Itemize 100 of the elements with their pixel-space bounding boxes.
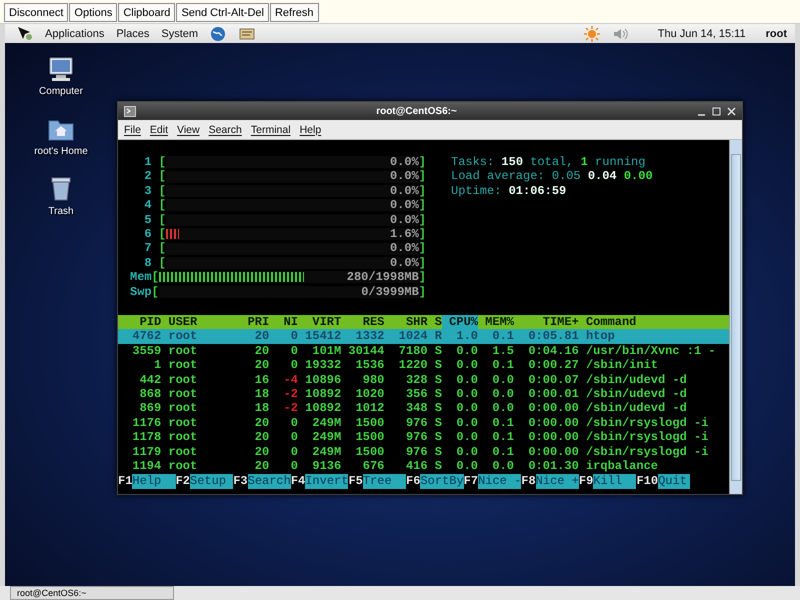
user-name[interactable]: root: [766, 28, 787, 40]
table-cell-text: 0:00.00: [527, 444, 579, 459]
toolbar-button[interactable]: Refresh: [270, 3, 318, 22]
table-cell-text: 868: [138, 386, 162, 402]
speaker-icon[interactable]: [612, 26, 628, 42]
process-row[interactable]: 1194 root 20 0 9136 676 416 S 0.0 0.0 0:01.30 irqbalance: [118, 458, 729, 474]
table-cell-text: S: [434, 444, 442, 459]
menu-item[interactable]: Terminal: [250, 124, 291, 136]
meter-reading: 0.0%: [390, 241, 419, 256]
table-cell-text: -2: [282, 386, 298, 402]
function-label[interactable]: Help: [132, 474, 176, 489]
column-header[interactable]: NI: [269, 315, 298, 330]
table-cell-text: 0.0: [455, 416, 478, 430]
meter-label: 8: [143, 256, 153, 270]
column-header[interactable]: SHR: [384, 315, 428, 330]
meter-reading: 0.0%: [390, 212, 419, 227]
table-cell-text: root: [167, 444, 198, 459]
table-cell-text: 0.0: [455, 386, 478, 402]
bracket: [: [152, 270, 159, 285]
table-cell-text: 0.0: [455, 430, 478, 445]
column-header[interactable]: S: [428, 315, 442, 330]
toolbar-button[interactable]: Options: [69, 3, 118, 22]
process-row[interactable]: 1176 root 20 0 249M 1500 976 S 0.0 0.1 0:00.00 /sbin/rsyslogd -i: [118, 416, 729, 430]
table-cell-text: 1500: [354, 416, 384, 430]
panel-menu[interactable]: Applications: [45, 28, 104, 40]
monitor-icon: [47, 55, 75, 83]
table-cell-text: 16: [254, 372, 270, 387]
window-title: root@CentOS6:~: [375, 106, 458, 116]
column-header[interactable]: PRI: [233, 315, 270, 330]
column-header[interactable]: RES: [341, 315, 384, 330]
table-cell-text: 0: [290, 430, 298, 445]
function-label[interactable]: Search: [248, 474, 291, 489]
table-cell-text: 0.0: [491, 458, 514, 474]
close-icon[interactable]: [727, 106, 736, 116]
process-row[interactable]: 442 root 16 -4 10896 980 328 S 0.0 0.0 0:00.07 /sbin/udevd -d: [118, 372, 729, 387]
meter-label: 2: [143, 169, 153, 184]
function-label[interactable]: Tree: [362, 474, 406, 489]
desktop-icon-label[interactable]: Trash: [48, 206, 74, 217]
menu-item[interactable]: Help: [300, 124, 322, 136]
process-row[interactable]: 1178 root 20 0 249M 1500 976 S 0.0 0.1 0:00.00 /sbin/rsyslogd -i: [118, 430, 729, 445]
table-cell-text: 416: [404, 458, 428, 474]
function-label[interactable]: Nice +: [536, 474, 579, 489]
table-cell-text: S: [434, 386, 442, 402]
meter-label: Swp: [130, 284, 152, 299]
function-label[interactable]: Setup: [190, 474, 234, 489]
table-cell-text: /sbin/udevd -d: [584, 386, 688, 402]
column-header[interactable]: CPU%: [442, 315, 478, 330]
desktop-icon-label[interactable]: Computer: [39, 86, 83, 97]
function-label[interactable]: Nice -: [478, 474, 522, 489]
table-cell-text: root: [167, 416, 198, 430]
process-row[interactable]: 1179 root 20 0 249M 1500 976 S 0.0 0.1 0:00.00 /sbin/rsyslogd -i: [118, 444, 729, 459]
bracket: ]: [418, 184, 426, 198]
table-cell-text: 869: [138, 401, 162, 416]
process-row[interactable]: 3559 root 20 0 101M 30144 7180 S 0.0 1.5 0:04.16 /usr/bin/Xvnc :1 -: [118, 344, 729, 358]
bracket: [: [158, 256, 166, 270]
menu-item[interactable]: View: [177, 124, 200, 136]
function-label[interactable]: Kill: [593, 474, 636, 489]
column-header[interactable]: Command: [578, 315, 729, 330]
process-row[interactable]: 868 root 18 -2 10892 1020 356 S 0.0 0.0 0:00.01 /sbin/udevd -d: [118, 386, 729, 402]
table-cell-text: 20: [254, 458, 270, 474]
toolbar-button[interactable]: Clipboard: [118, 3, 176, 22]
bracket: ]: [418, 155, 426, 170]
table-cell-text: 18: [254, 386, 270, 402]
bracket: ]: [418, 284, 426, 299]
taskbar-button[interactable]: root@CentOS6:~: [10, 586, 174, 600]
function-label[interactable]: Quit: [658, 474, 690, 489]
toolbar-button[interactable]: Disconnect: [4, 3, 68, 22]
table-cell-text: /sbin/rsyslogd -i: [584, 430, 710, 445]
menu-item[interactable]: File: [124, 124, 141, 136]
desktop-icon-label[interactable]: root's Home: [34, 146, 88, 157]
process-row[interactable]: 1 root 20 0 19332 1536 1220 S 0.0 0.1 0:00.27 /sbin/init: [118, 358, 729, 373]
globe-icon[interactable]: [210, 26, 226, 42]
table-cell-text: /sbin/init: [584, 358, 659, 373]
table-cell-text: htop: [584, 329, 616, 344]
meter-reading: 1.6%: [390, 226, 419, 242]
function-label[interactable]: Invert: [305, 474, 348, 489]
column-header[interactable]: USER: [161, 315, 234, 330]
table-cell-text: R: [434, 329, 442, 344]
column-header[interactable]: PID: [118, 315, 162, 330]
table-cell-text: root: [167, 329, 198, 344]
panel-menu[interactable]: Places: [116, 28, 150, 40]
table-cell-text: 10892: [304, 386, 342, 402]
process-row[interactable]: 869 root 18 -2 10892 1012 348 S 0.0 0.0 0:00.00 /sbin/udevd -d: [118, 401, 729, 416]
scrollbar-thumb[interactable]: [731, 154, 741, 481]
function-key: F1: [118, 474, 132, 489]
clock[interactable]: Thu Jun 14, 15:11: [658, 28, 746, 40]
table-cell-text: 0:00.00: [527, 401, 579, 416]
column-header[interactable]: VIRT: [298, 315, 342, 330]
function-label[interactable]: SortBy: [420, 474, 464, 489]
menu-item[interactable]: Edit: [150, 124, 168, 136]
menu-item[interactable]: Search: [208, 124, 242, 136]
meter-reading: 0.0%: [390, 169, 419, 184]
column-header[interactable]: TIME+: [514, 315, 579, 330]
notepad-icon[interactable]: [238, 26, 256, 42]
column-header[interactable]: MEM%: [478, 315, 514, 330]
panel-menu[interactable]: System: [161, 28, 198, 40]
maximize-icon[interactable]: [712, 106, 721, 116]
table-cell-text: 20: [254, 358, 270, 373]
toolbar-button[interactable]: Send Ctrl-Alt-Del: [176, 3, 269, 22]
table-cell-text: -4: [282, 372, 298, 387]
